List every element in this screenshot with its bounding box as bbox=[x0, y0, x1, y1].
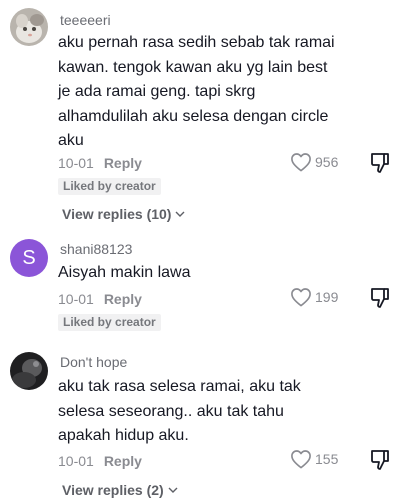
comment-date: 10-01 bbox=[58, 155, 94, 171]
like-button[interactable]: 155 bbox=[290, 449, 338, 469]
liked-by-creator-badge: Liked by creator bbox=[58, 314, 161, 331]
chevron-down-icon bbox=[175, 211, 185, 217]
comment-item: S shani88123 Aisyah makin lawa 10-01 Repl… bbox=[0, 230, 403, 342]
chevron-down-icon bbox=[168, 487, 178, 493]
avatar[interactable]: S bbox=[10, 239, 48, 277]
like-count: 956 bbox=[315, 154, 339, 170]
comment-username[interactable]: Don't hope bbox=[60, 354, 127, 370]
reply-button[interactable]: Reply bbox=[104, 155, 142, 171]
like-button[interactable]: 199 bbox=[290, 287, 338, 307]
reply-button[interactable]: Reply bbox=[104, 453, 142, 469]
like-button[interactable]: 956 bbox=[290, 152, 338, 172]
comment-text: Aisyah makin lawa bbox=[58, 264, 191, 281]
dislike-button[interactable] bbox=[370, 449, 390, 476]
dislike-button[interactable] bbox=[370, 152, 390, 179]
cat-photo-avatar-icon bbox=[10, 8, 48, 46]
heart-icon bbox=[291, 153, 311, 172]
comment-username[interactable]: shani88123 bbox=[60, 241, 132, 257]
heart-icon bbox=[291, 450, 311, 469]
like-count: 199 bbox=[315, 289, 339, 305]
thumbs-down-icon bbox=[371, 153, 389, 173]
comment-date: 10-01 bbox=[58, 453, 94, 469]
comment-meta: 10-01 Reply bbox=[58, 155, 142, 171]
heart-icon bbox=[291, 288, 311, 307]
avatar[interactable] bbox=[10, 352, 48, 390]
thumbs-down-icon bbox=[371, 450, 389, 470]
reply-button[interactable]: Reply bbox=[104, 291, 142, 307]
thumbs-down-icon bbox=[371, 288, 389, 308]
liked-by-creator-badge: Liked by creator bbox=[58, 178, 161, 195]
comment-date: 10-01 bbox=[58, 291, 94, 307]
like-count: 155 bbox=[315, 451, 339, 467]
comment-item: Don't hope aku tak rasa selesa ramai, ak… bbox=[0, 342, 403, 498]
comment-text: aku pernah rasa sedih sebab tak ramai ka… bbox=[58, 34, 335, 149]
dislike-button[interactable] bbox=[370, 287, 390, 314]
comment-username[interactable]: teeeeeri bbox=[60, 12, 111, 28]
comment-item: teeeeeri aku pernah rasa sedih sebab tak… bbox=[0, 0, 403, 230]
avatar[interactable] bbox=[10, 8, 48, 46]
comment-text: aku tak rasa selesa ramai, aku tak seles… bbox=[58, 378, 301, 444]
view-replies-button[interactable]: View replies (10) bbox=[62, 206, 185, 222]
view-replies-label: View replies (10) bbox=[62, 206, 172, 222]
dark-photo-avatar-icon bbox=[10, 352, 48, 390]
comment-meta: 10-01 Reply bbox=[58, 291, 142, 307]
comment-meta: 10-01 Reply bbox=[58, 453, 142, 469]
